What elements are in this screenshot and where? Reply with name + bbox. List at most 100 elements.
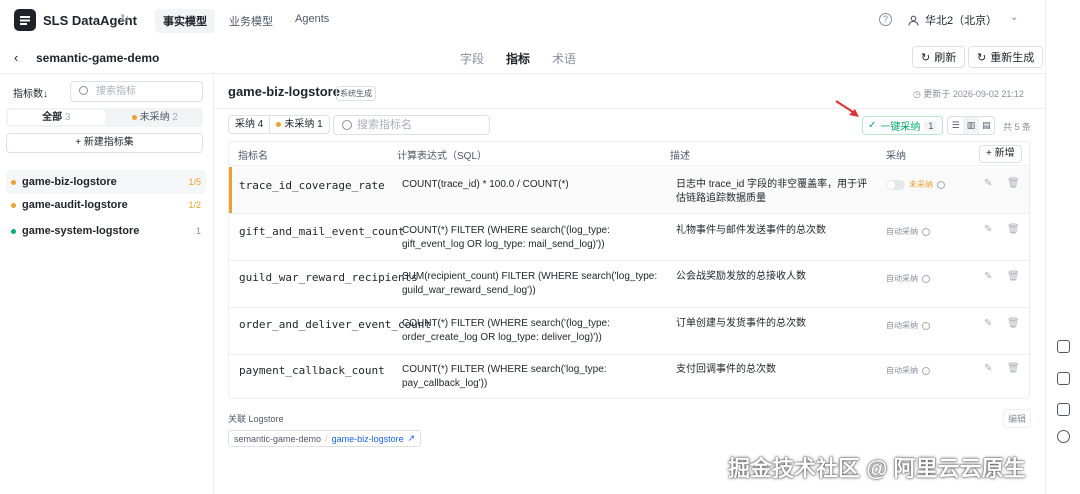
table-row[interactable]: payment_callback_count COUNT(*) FILTER (… (229, 355, 1029, 402)
tab-metrics[interactable]: 指标 (506, 50, 530, 67)
adopt-cell: 自动采纳 (886, 273, 930, 284)
info-icon (922, 274, 930, 283)
status-dot (276, 121, 282, 127)
logstore-title: game-biz-logstore (228, 84, 340, 99)
filter-unadopted[interactable]: 未采纳 1 (269, 116, 328, 133)
refresh-label: 刷新 (934, 52, 957, 64)
app-logo[interactable] (14, 9, 36, 31)
metric-desc: 礼物事件与邮件发送事件的总次数 (676, 225, 826, 236)
delete-icon[interactable]: 🗑 (1007, 363, 1020, 374)
metric-desc: 日志中 trace_id 字段的非空覆盖率，用于评估链路追踪数据质量 (676, 179, 868, 204)
table-row[interactable]: gift_and_mail_event_count COUNT(*) FILTE… (229, 214, 1029, 261)
chip-separator: / (325, 433, 328, 444)
edit-icon[interactable]: ✎ (984, 224, 992, 235)
metric-desc: 公会战奖励发放的总接收人数 (676, 271, 806, 282)
new-metric-set-button[interactable]: + 新建指标集 (6, 133, 203, 153)
message-icon[interactable] (1057, 403, 1070, 416)
metric-search-input[interactable]: 搜索指标名 (333, 115, 490, 135)
edit-icon[interactable]: ✎ (984, 363, 992, 374)
card-view-icon[interactable]: ▤ (979, 117, 994, 134)
sidebar-search-input[interactable]: 搜索指标 (70, 81, 203, 102)
gear-icon[interactable] (1057, 430, 1070, 443)
table-row[interactable]: guild_war_reward_recipients SUM(recipien… (229, 261, 1029, 308)
edit-icon[interactable]: ✎ (984, 178, 992, 189)
tab-fields[interactable]: 字段 (460, 50, 484, 67)
adopt-cell: 自动采纳 (886, 365, 930, 376)
adopt-toggle[interactable] (886, 179, 905, 190)
sidebar-item-game-audit-logstore[interactable]: game-audit-logstore 1/2 (6, 193, 206, 217)
adopt-all-label: 一键采纳 (880, 122, 921, 133)
view-switcher: ☰ ▥ ▤ (947, 116, 995, 135)
document-icon[interactable] (1057, 340, 1070, 353)
segment-unadopted[interactable]: 未采纳 2 (107, 108, 204, 127)
sidebar-item-game-biz-logstore[interactable]: game-biz-logstore 1/5 (6, 170, 206, 194)
back-icon[interactable]: ‹ (14, 50, 18, 65)
refresh-icon: ↻ (921, 51, 931, 64)
sidebar-item-count: 1 (195, 226, 201, 236)
segment-all[interactable]: 全部 3 (8, 110, 105, 125)
chevron-down-icon[interactable]: ⌄ (1010, 12, 1018, 23)
table-row[interactable]: trace_id_coverage_rate COUNT(trace_id) *… (229, 167, 1029, 214)
sort-select[interactable]: 指标数↓ (13, 85, 48, 100)
sidebar-item-game-system-logstore[interactable]: game-system-logstore 1 (6, 219, 206, 243)
adopt-all-button[interactable]: ✓ 一键采纳 1 (862, 116, 944, 135)
adoption-segment: 全部 3 未采纳 2 (6, 108, 203, 127)
tab-business-model[interactable]: 业务模型 (221, 9, 281, 33)
edit-icon[interactable]: ✎ (984, 318, 992, 329)
delete-icon[interactable]: 🗑 (1007, 224, 1020, 235)
total-count: 共 5 条 (1003, 122, 1032, 132)
sidebar-search-placeholder: 搜索指标 (96, 86, 136, 97)
list-view-icon[interactable]: ☰ (948, 117, 963, 134)
refresh-button[interactable]: ↻ 刷新 (912, 46, 966, 68)
tab-fact-model[interactable]: 事实模型 (155, 9, 215, 33)
watermark: 掘金技术社区 @ 阿里云云原生 (728, 456, 1026, 481)
top-nav: 事实模型 业务模型 Agents (155, 9, 337, 33)
page-header: ‹ semantic-game-demo 字段 指标 术语 ↻ 刷新 ↻ 重新生成 (0, 40, 1045, 74)
tab-terms[interactable]: 术语 (552, 50, 576, 67)
adopt-status: 自动采纳 (886, 321, 918, 330)
segment-all-count: 3 (64, 112, 71, 123)
segment-unadopted-count: 2 (172, 112, 178, 123)
col-desc: 描述 (670, 151, 690, 162)
related-logstore-link[interactable]: game-biz-logstore (332, 434, 404, 444)
external-link-icon[interactable]: ↗ (408, 433, 416, 444)
search-icon (79, 86, 88, 95)
delete-icon[interactable]: 🗑 (1007, 271, 1020, 282)
sidebar-item-count: 1/2 (188, 200, 201, 210)
sidebar-item-count: 1/5 (188, 177, 201, 187)
related-logstore-label: 关联 Logstore (228, 414, 284, 424)
sidebar-item-label: game-audit-logstore (22, 199, 128, 211)
info-icon (922, 227, 930, 236)
user-region-menu[interactable]: 华北2（北京） (908, 12, 997, 28)
metric-name: guild_war_reward_recipients (239, 271, 418, 284)
table-row[interactable]: order_and_deliver_event_count COUNT(*) F… (229, 308, 1029, 355)
filter-adopted[interactable]: 采纳 4 (229, 116, 269, 133)
adopt-status: 自动采纳 (886, 227, 918, 236)
user-icon (908, 15, 919, 26)
right-toolbar (1045, 0, 1080, 494)
sidebar-item-label: game-system-logstore (22, 225, 140, 237)
check-icon: ✓ (868, 120, 877, 131)
metric-name: trace_id_coverage_rate (239, 179, 385, 192)
help-icon[interactable]: ? (879, 13, 892, 26)
split-view-icon[interactable]: ▥ (963, 117, 979, 134)
add-metric-button[interactable]: + 新增 (979, 145, 1022, 163)
regenerate-button[interactable]: ↻ 重新生成 (968, 46, 1044, 68)
regenerate-label: 重新生成 (990, 52, 1035, 64)
unadopted-row-marker (229, 167, 232, 213)
delete-icon[interactable]: 🗑 (1007, 178, 1020, 189)
app-refresh-icon[interactable]: ↻ (120, 12, 129, 25)
metric-expr: COUNT(trace_id) * 100.0 / COUNT(*) (402, 179, 569, 190)
related-project: semantic-game-demo (234, 433, 322, 444)
layout-icon[interactable] (1057, 372, 1070, 385)
edit-icon[interactable]: ✎ (984, 271, 992, 282)
metric-expr: COUNT(*) FILTER (WHERE search('log_type:… (402, 364, 607, 389)
col-adopt: 采纳 (886, 151, 906, 162)
status-dot (11, 202, 16, 208)
segment-unadopted-label: 未采纳 (139, 112, 170, 123)
adoption-filter: 采纳 4 未采纳 1 (228, 115, 330, 134)
delete-icon[interactable]: 🗑 (1007, 318, 1020, 329)
tab-agents[interactable]: Agents (287, 9, 337, 33)
edit-related-button[interactable]: 编辑 (1003, 409, 1032, 428)
segment-all-label: 全部 (42, 112, 63, 123)
